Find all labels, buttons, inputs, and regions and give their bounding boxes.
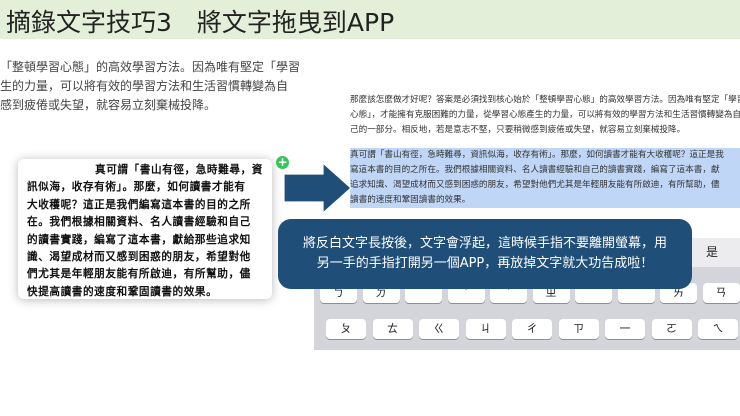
right-document-text[interactable]: 那麼該怎麼做才好呢？答案是必須找到核心始於「整頓學習心態」的高效學習方法。因為唯… (350, 93, 740, 208)
key-row3-0[interactable]: ㄆ (326, 319, 366, 339)
key-row3-5[interactable]: ㄗ (558, 319, 599, 339)
key-row3-2[interactable]: ㄍ (419, 319, 459, 339)
card-line: 真可謂「書山有徑，急時難尋，資 (95, 164, 263, 176)
left-line: 「整頓學習心態」的高效學習方法。因為唯有堅定「學習 (0, 60, 301, 74)
left-line: 感到疲倦或失望，就容易立刻棄械投降。 (0, 98, 217, 112)
selected-line: 讀書的速度和鞏固讀書的效果。 (350, 193, 740, 208)
card-line: 快提高讀書的速度和鞏固讀書的效果。 (27, 285, 218, 298)
left-document-text: 「整頓學習心態」的高效學習方法。因為唯有堅定「學習 生的力量，可以將有效的學習方… (0, 58, 301, 115)
card-line: 在。我們根據相關資料、名人讀書經驗和自己 (27, 216, 251, 229)
key-row1-9[interactable]: ㄢ (702, 283, 740, 303)
page-title: 摘錄文字技巧3 將文字拖曳到APP (6, 8, 395, 37)
key-row3-4[interactable]: ㄔ (512, 319, 552, 339)
card-line: 訊似海，收存有術」。那麼，如何讀書才能有 (27, 181, 246, 194)
dragged-text-card[interactable]: 真可謂「書山有徑，急時難尋，資 訊似海，收存有術」。那麼，如何讀書才能有 大收穫… (18, 159, 272, 299)
card-line: 的讀書實踐，編寫了這本書，獻給那些追求知 (27, 233, 251, 246)
suggestion-word[interactable]: 是 (706, 243, 718, 260)
selected-line: 追求知識、渴望成材而又感到困惑的朋友，希望對他們尤其是年輕朋友能有所啟迪，有所幫… (350, 178, 740, 193)
key-row3-3[interactable]: ㄐ (465, 319, 506, 339)
title-banner: 摘錄文字技巧3 將文字拖曳到APP (0, 0, 740, 39)
key-row3-1[interactable]: ㄊ (372, 319, 413, 339)
instruction-callout: 將反白文字長按後，文字會浮起，這時候手指不要離開螢幕，用 另一手的手指打開另一個… (278, 219, 692, 289)
callout-line: 另一手的手指打開另一個APP，再放掉文字就大功告成啦！ (316, 256, 654, 271)
key-row3-8[interactable]: ㄟ (698, 319, 738, 339)
card-line: 們尤其是年輕朋友能有所啟迪，有所幫助，儘 (27, 268, 251, 281)
right-line: 那麼該怎麼做才好呢？答案是必須找到核心始於「整頓學習心態」的高效學習方法。因為唯… (350, 95, 740, 105)
card-line: 識、渴望成材而又感到困惑的朋友，希望對他 (27, 251, 251, 264)
key-row3-7[interactable]: ㄛ (651, 319, 692, 339)
selected-line: 真可謂「書山有徑，急時難尋，資訊似海，收存有術」。那麼，如何讀書才能有大收穫呢？… (350, 148, 740, 163)
right-arrow-icon (283, 162, 352, 214)
right-line: 己的一部分。相反地，若是意志不堅，只要稍微感到疲倦或失望，就容易立刻棄械投降。 (350, 125, 686, 135)
left-line: 生的力量，可以將有效的學習方法和生活習慣轉變為自 (0, 79, 289, 93)
right-line: 心態」，才能擁有克服困難的力量，從學習心態產生的力量，可以將有效的學習方法和生活… (350, 110, 740, 120)
card-line: 大收穫呢？這正是我們編寫這本書的目的之所 (27, 198, 251, 211)
selected-line: 寫這本書的目的之所在。我們根據相關資料、名人讀書經驗和自己的讀書實踐，編寫了這本… (350, 163, 740, 178)
callout-line: 將反白文字長按後，文字會浮起，這時候手指不要離開螢幕，用 (302, 236, 667, 251)
key-row3-6[interactable]: 一 (605, 319, 645, 339)
